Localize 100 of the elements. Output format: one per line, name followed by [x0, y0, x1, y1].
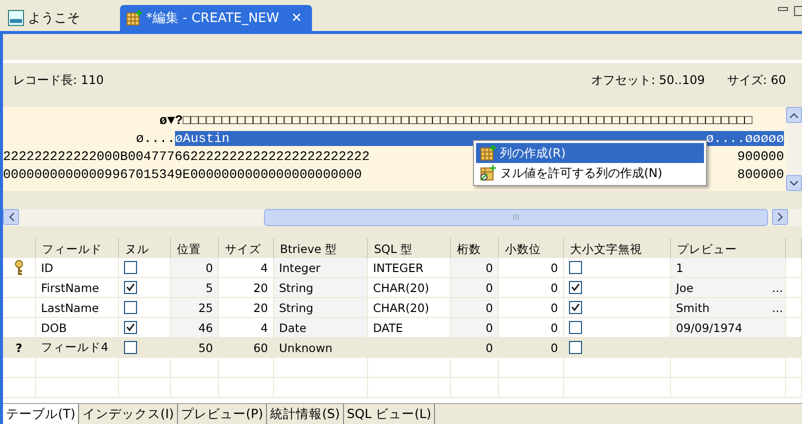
- editor-tab[interactable]: ようこそ: [2, 5, 90, 31]
- editor-tab[interactable]: *編集 - CREATE_NEW ✕: [120, 5, 312, 31]
- document-icon: [8, 10, 24, 26]
- table-cell: 0: [499, 318, 564, 338]
- table-add-icon: [480, 165, 496, 181]
- hex-text: ø....: [136, 130, 175, 146]
- hex-text: ?□□□□□□□□□□□□□□□□□□□□□□□□□□□□□□□□□□□□□□□□□□□□□□□□□□□□□□□□□□□□□□□□□□□□□□□□□: [175, 112, 752, 128]
- view-tab[interactable]: 統計情報(S): [267, 404, 344, 424]
- column-header[interactable]: 位置: [171, 238, 219, 260]
- hex-text: 900000: [737, 148, 784, 164]
- offset-label: オフセット: 50..109: [591, 72, 705, 88]
- table-cell: [786, 338, 802, 358]
- table-cell: String: [274, 298, 368, 318]
- table-cell: [499, 378, 564, 398]
- table-cell: CHAR(20): [368, 298, 451, 318]
- checkbox[interactable]: [569, 261, 582, 274]
- table-cell: 25: [171, 298, 219, 318]
- checkbox[interactable]: [124, 261, 137, 274]
- table-cell: CHAR(20): [368, 278, 451, 298]
- table-cell: [119, 378, 171, 398]
- column-header[interactable]: Btrieve 型: [274, 238, 368, 260]
- table-cell: 20: [219, 298, 274, 318]
- column-header[interactable]: フィールド: [36, 238, 119, 260]
- table-cell: ID: [36, 258, 119, 278]
- size-label: サイズ: 60: [726, 72, 786, 88]
- hex-text: 00000000000009967015349E0000000000000000000000: [3, 166, 362, 182]
- checkbox[interactable]: [569, 301, 582, 314]
- cell-text: 1: [676, 260, 684, 274]
- checkbox[interactable]: [569, 281, 582, 294]
- column-header[interactable]: 大小文字無視: [564, 238, 671, 260]
- column-header[interactable]: SQL 型: [368, 238, 451, 260]
- row-header[interactable]: [3, 258, 36, 278]
- cell-text: 09/09/1974: [676, 320, 742, 334]
- table-cell: 0: [499, 338, 564, 358]
- cell-text: Joe: [676, 280, 694, 294]
- close-icon[interactable]: ✕: [291, 10, 302, 26]
- table-cell: 50: [171, 338, 219, 358]
- table-cell: フィールド4: [36, 338, 119, 358]
- table-cell: 46: [171, 318, 219, 338]
- column-header[interactable]: プレビュー: [671, 238, 786, 260]
- table-cell: 4: [219, 318, 274, 338]
- table-cell: [171, 358, 219, 378]
- minimize-icon[interactable]: [778, 6, 788, 14]
- checkbox[interactable]: [124, 321, 137, 334]
- table-icon: [126, 10, 142, 26]
- table-cell: [499, 358, 564, 378]
- table-cell: DATE: [368, 318, 451, 338]
- table-cell: String: [274, 278, 368, 298]
- column-header[interactable]: 小数位: [499, 238, 564, 260]
- hex-text: ø▼: [159, 112, 175, 128]
- checkbox[interactable]: [124, 281, 137, 294]
- table-cell: [786, 358, 802, 378]
- table-cell: [451, 358, 499, 378]
- row-header[interactable]: ?: [3, 338, 36, 358]
- table-cell: DOB: [36, 318, 119, 338]
- table-cell: Unknown: [274, 338, 368, 358]
- column-header[interactable]: 桁数: [451, 238, 499, 260]
- table-cell: FirstName: [36, 278, 119, 298]
- table-cell: [3, 358, 36, 378]
- table-cell: 60: [219, 338, 274, 358]
- table-cell: LastName: [36, 298, 119, 318]
- view-tab[interactable]: テーブル(T): [3, 404, 80, 424]
- more-button[interactable]: ...: [772, 280, 783, 294]
- scroll-down-icon[interactable]: [786, 175, 802, 191]
- table-cell: 0: [499, 298, 564, 318]
- table-cell: 0: [171, 258, 219, 278]
- record-length: レコード長: 110: [13, 72, 104, 88]
- table-cell: 0: [451, 298, 499, 318]
- scroll-up-icon[interactable]: [786, 107, 802, 123]
- menu-item[interactable]: ヌル値を許可する列の作成(N): [476, 163, 704, 183]
- key-icon: [14, 260, 24, 276]
- table-cell: 0: [451, 278, 499, 298]
- table-cell: 0: [451, 318, 499, 338]
- checkbox[interactable]: [124, 341, 137, 354]
- table-add-icon: [480, 145, 496, 161]
- more-button[interactable]: ...: [772, 300, 783, 314]
- hex-text: øAustin: [175, 130, 230, 146]
- table-cell: 20: [219, 278, 274, 298]
- scroll-left-icon[interactable]: [3, 209, 19, 225]
- column-header[interactable]: ヌル: [119, 238, 171, 260]
- maximize-icon[interactable]: [794, 6, 802, 16]
- hex-text: 222222222222000B0047776622222222222222222222222: [3, 148, 370, 164]
- table-cell: 0: [499, 258, 564, 278]
- menu-item[interactable]: 列の作成(R): [476, 143, 704, 163]
- hex-text: 800000: [737, 166, 784, 182]
- checkbox[interactable]: [569, 341, 582, 354]
- scroll-right-icon[interactable]: [772, 209, 788, 225]
- table-cell: 0: [451, 258, 499, 278]
- table-cell: 0: [451, 338, 499, 358]
- cell-text: Smith: [676, 300, 710, 314]
- table-cell: 0: [499, 278, 564, 298]
- checkbox[interactable]: [569, 321, 582, 334]
- table-cell: INTEGER: [368, 258, 451, 278]
- table-cell: [171, 378, 219, 398]
- table-cell: [219, 358, 274, 378]
- hex-text: ø....øøøøø: [706, 130, 784, 146]
- table-cell: 4: [219, 258, 274, 278]
- column-header[interactable]: サイズ: [219, 238, 274, 260]
- unknown-marker: ?: [16, 340, 22, 354]
- checkbox[interactable]: [124, 301, 137, 314]
